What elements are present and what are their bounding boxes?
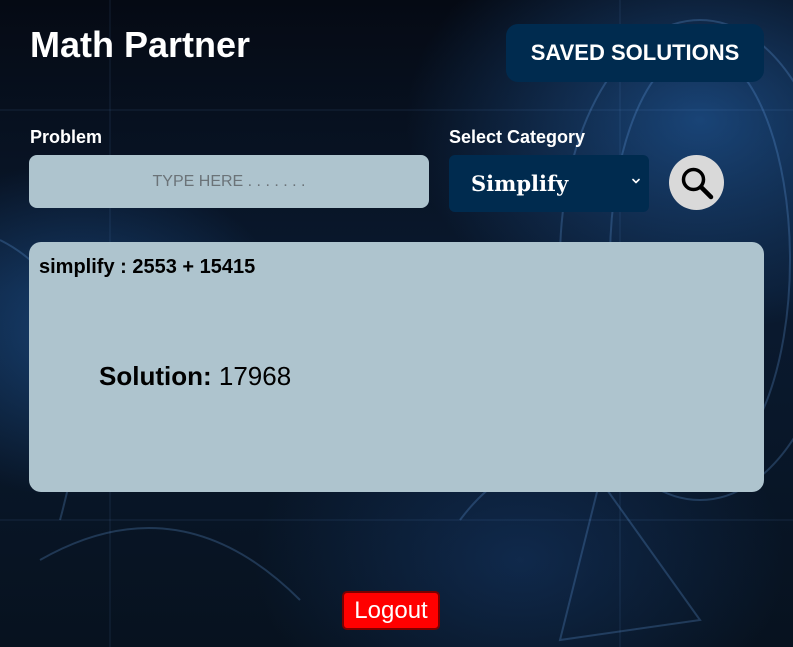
- category-selected-value: Simplify: [471, 171, 569, 196]
- solution-value: 17968: [218, 361, 292, 391]
- search-icon: [681, 167, 713, 199]
- problem-input[interactable]: [29, 155, 429, 208]
- category-select[interactable]: Simplify: [449, 155, 649, 212]
- category-label: Select Category: [449, 127, 586, 147]
- solution-label: Solution:: [99, 361, 212, 391]
- problem-label: Problem: [30, 127, 103, 147]
- result-panel: simplify : 2553 + 15415 Solution: 17968: [29, 242, 764, 492]
- result-query: simplify : 2553 + 15415: [39, 256, 256, 278]
- app-title: Math Partner: [30, 24, 251, 65]
- saved-solutions-button[interactable]: SAVED SOLUTIONS: [506, 24, 764, 82]
- logout-button[interactable]: Logout: [342, 591, 440, 630]
- solution-line: Solution: 17968: [99, 361, 291, 392]
- chevron-down-icon: [632, 178, 640, 184]
- search-button[interactable]: [669, 155, 724, 210]
